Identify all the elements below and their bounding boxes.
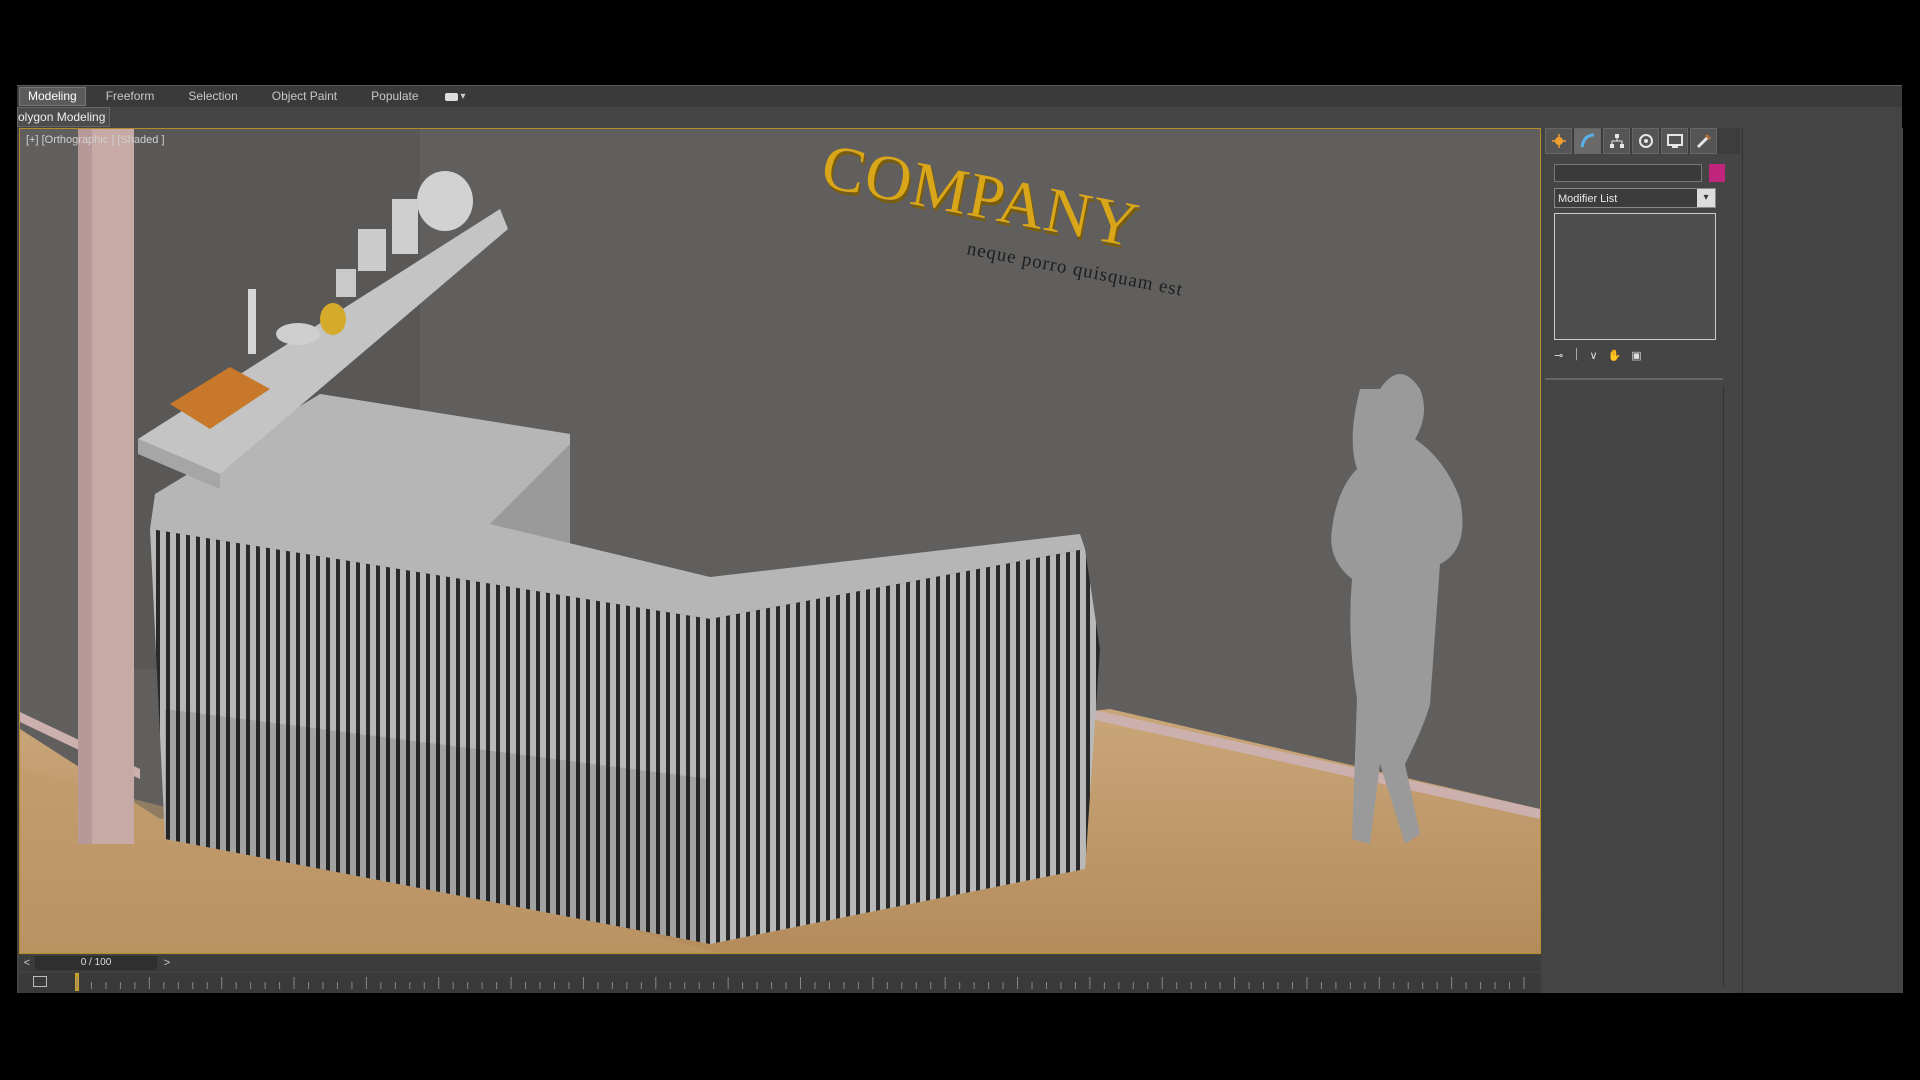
viewport[interactable]: [+] [Orthographic ] [Shaded ] COMPANY ne… bbox=[19, 128, 1541, 954]
bottle-tall bbox=[392, 199, 418, 254]
modify-icon[interactable] bbox=[1574, 128, 1601, 154]
command-panel: Modifier List ▾ ⊸ ⏐ ∨ ✋ ▣ bbox=[1545, 128, 1740, 993]
tab-object-paint[interactable]: Object Paint bbox=[264, 88, 345, 105]
ribbon-options-button[interactable]: ▾ bbox=[444, 91, 466, 102]
modifier-list-label: Modifier List bbox=[1558, 193, 1618, 205]
ribbon-tabs: Modeling Freeform Selection Object Paint… bbox=[17, 85, 1902, 107]
candle-holder bbox=[248, 289, 256, 354]
stack-toolbar: ⊸ ⏐ ∨ ✋ ▣ bbox=[1554, 346, 1724, 364]
tab-freeform[interactable]: Freeform bbox=[98, 88, 163, 105]
box-small bbox=[336, 269, 356, 297]
ribbon-options-icon bbox=[444, 92, 458, 101]
object-name-input[interactable] bbox=[1554, 164, 1702, 182]
tab-selection[interactable]: Selection bbox=[180, 88, 245, 105]
modifier-list-dropdown[interactable]: Modifier List ▾ bbox=[1554, 188, 1716, 208]
side-panel bbox=[1742, 128, 1903, 993]
remove-modifier-icon[interactable]: ✋ bbox=[1608, 349, 1622, 362]
yellow-vase bbox=[320, 303, 346, 335]
show-end-result-icon[interactable]: ⏐ bbox=[1573, 349, 1579, 362]
pin-icon[interactable]: ⊸ bbox=[1554, 349, 1563, 362]
prev-frame-button[interactable]: < bbox=[19, 956, 35, 970]
tab-modeling[interactable]: Modeling bbox=[19, 87, 86, 106]
time-slider[interactable]: < 0 / 100 > bbox=[19, 955, 1541, 972]
hierarchy-icon[interactable] bbox=[1603, 128, 1630, 154]
make-unique-icon[interactable]: ∨ bbox=[1589, 349, 1597, 362]
display-icon[interactable] bbox=[1661, 128, 1688, 154]
configure-icon[interactable]: ▣ bbox=[1631, 349, 1641, 362]
divider bbox=[1545, 378, 1723, 380]
chevron-down-icon: ▾ bbox=[460, 91, 466, 102]
polygon-modeling-panel[interactable]: olygon Modeling bbox=[17, 107, 111, 127]
tab-populate[interactable]: Populate bbox=[363, 88, 426, 105]
chevron-down-icon: ▾ bbox=[1697, 189, 1715, 207]
next-frame-button[interactable]: > bbox=[159, 956, 175, 970]
utilities-icon[interactable] bbox=[1690, 128, 1717, 154]
viewport-label[interactable]: [+] [Orthographic ] [Shaded ] bbox=[26, 134, 165, 146]
create-icon[interactable] bbox=[1545, 128, 1572, 154]
frame-counter[interactable]: 0 / 100 bbox=[35, 956, 157, 970]
pillar-edge bbox=[78, 129, 92, 844]
command-panel-tabs bbox=[1545, 128, 1740, 154]
cup bbox=[358, 229, 386, 271]
app-window: Modeling Freeform Selection Object Paint… bbox=[17, 85, 1903, 993]
track-bar[interactable] bbox=[19, 973, 1541, 993]
motion-icon[interactable] bbox=[1632, 128, 1659, 154]
timeline-ticks bbox=[76, 977, 1525, 989]
vase-large bbox=[417, 171, 473, 231]
bowl bbox=[276, 323, 320, 345]
rollout-area bbox=[1545, 386, 1724, 986]
modifier-stack[interactable] bbox=[1554, 213, 1716, 340]
object-color-swatch[interactable] bbox=[1709, 164, 1725, 182]
scene-render bbox=[20, 129, 1540, 953]
